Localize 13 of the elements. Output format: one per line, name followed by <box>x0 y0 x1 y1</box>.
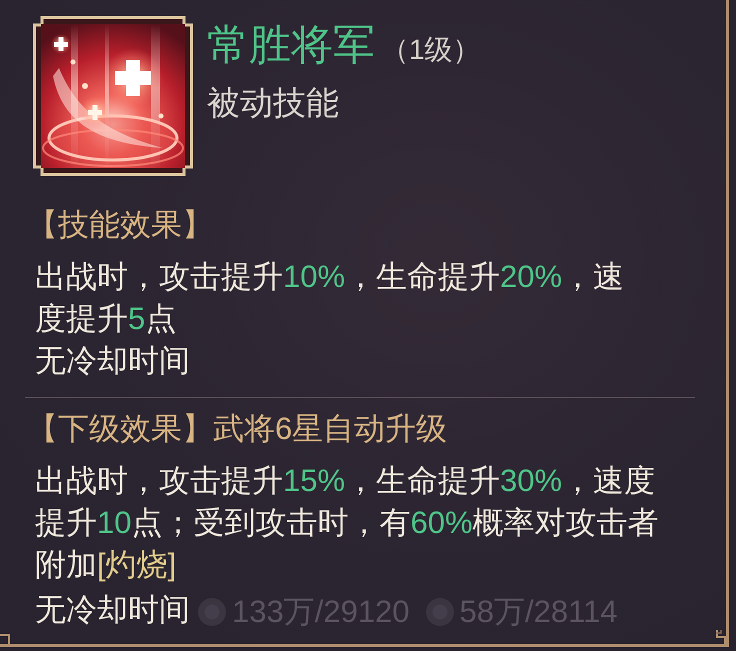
section-heading: 【下级效果】武将6星自动升级 <box>27 410 448 448</box>
skill-name: 常胜将军 <box>207 20 375 70</box>
skill-type: 被动技能 <box>207 83 339 123</box>
effect-text: 出战时，攻击提升10%，生命提升20%，速 度提升5点 <box>35 258 624 338</box>
section-heading: 【技能效果】 <box>27 206 213 244</box>
coin-icon <box>426 598 454 626</box>
cooldown-text: 无冷却时间 <box>35 591 190 629</box>
coin-icon <box>198 598 226 626</box>
effect-text: 出战时，攻击提升15%，生命提升30%，速度 提升10点；受到攻击时，有60%概率对攻击者 附加[灼烧] <box>35 462 659 584</box>
cooldown-text: 无冷却时间 <box>35 342 190 380</box>
corner-ornament-icon <box>716 630 726 644</box>
cross-sparkle-icon <box>33 16 193 176</box>
skill-level: （1级） <box>381 33 481 67</box>
